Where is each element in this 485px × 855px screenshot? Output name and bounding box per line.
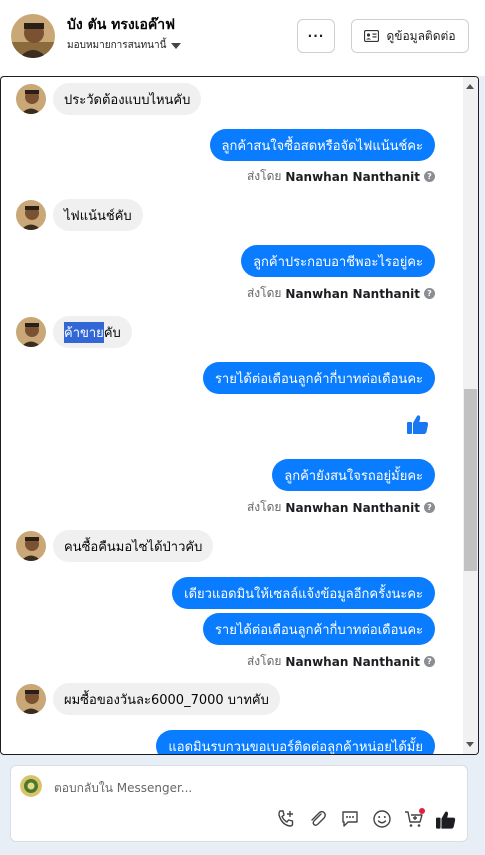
reply-input[interactable]: ตอบกลับใน Messenger... [54, 779, 192, 798]
help-icon[interactable]: ? [424, 502, 435, 513]
incoming-message: ประวัดต้องแบบไหนคับ [16, 83, 202, 115]
help-icon[interactable]: ? [424, 288, 435, 299]
customer-avatar-small [16, 317, 46, 347]
sent-by-prefix: ส่งโดย [246, 169, 282, 183]
sent-by-agent: Nanwhan Nanthanit [285, 169, 420, 184]
sent-by-prefix: ส่งโดย [246, 500, 282, 514]
notification-dot [419, 808, 425, 814]
sent-by-label: ส่งโดย Nanwhan Nanthanit ? [247, 498, 435, 517]
sent-by-prefix: ส่งโดย [246, 654, 282, 668]
outgoing-message-bubble[interactable]: ลูกค้ายังสนใจรถอยู่มั้ยคะ [272, 459, 435, 491]
emoji-icon[interactable] [371, 808, 393, 830]
outgoing-message-bubble[interactable]: ลูกค้าประกอบอาชีพอะไรอยู่คะ [241, 245, 435, 277]
customer-avatar-small [16, 531, 46, 561]
attachment-icon[interactable] [307, 808, 329, 830]
page-avatar [20, 775, 42, 797]
view-contact-label: ดูข้อมูลติดต่อ [386, 28, 456, 43]
like-sticker-icon [407, 414, 429, 438]
like-icon[interactable] [435, 808, 457, 830]
message-text: คับ [103, 325, 121, 341]
help-icon[interactable]: ? [424, 171, 435, 182]
message-bubble[interactable]: ประวัดต้องแบบไหนคับ [53, 83, 202, 115]
outgoing-message-bubble[interactable]: รายได้ต่อเดือนลูกค้ากี่บาทต่อเดือนคะ [202, 362, 435, 394]
customer-avatar[interactable] [11, 14, 55, 58]
cart-plus-icon[interactable] [403, 808, 425, 830]
message-bubble[interactable]: ไฟแน้นช์คับ [53, 199, 143, 231]
view-contact-button[interactable]: ดูข้อมูลติดต่อ [351, 19, 469, 53]
incoming-message: คนซื้อคืนมอไซได้ป่าวคับ [16, 530, 214, 562]
assign-label: มอบหมายการสนทนานี้ [67, 40, 167, 51]
reply-composer: ตอบกลับใน Messenger... [10, 765, 468, 842]
assign-conversation-dropdown[interactable]: มอบหมายการสนทนานี้ [67, 38, 182, 53]
customer-avatar-small [16, 84, 46, 114]
sent-by-label: ส่งโดย Nanwhan Nanthanit ? [247, 652, 435, 671]
outgoing-message-bubble[interactable]: รายได้ต่อเดือนลูกค้ากี่บาทต่อเดือนคะ [202, 613, 435, 645]
saved-replies-icon[interactable] [339, 808, 361, 830]
thread-scrollbar[interactable] [463, 77, 478, 754]
sent-by-agent: Nanwhan Nanthanit [285, 654, 420, 669]
sent-by-label: ส่งโดย Nanwhan Nanthanit ? [247, 167, 435, 186]
conversation-header: บัง ตัน ทรงเอค๊าฟ มอบหมายการสนทนานี้ ···… [0, 0, 485, 76]
customer-name: บัง ตัน ทรงเอค๊าฟ [67, 17, 176, 33]
message-bubble[interactable]: ผมซื้อของวันละ6000_7000 บาทคับ [53, 683, 280, 715]
contact-card-icon [364, 30, 380, 42]
customer-avatar-small [16, 200, 46, 230]
selected-text: ค้าขาย [64, 321, 104, 343]
message-bubble[interactable]: คนซื้อคืนมอไซได้ป่าวคับ [53, 530, 214, 562]
incoming-message: ผมซื้อของวันละ6000_7000 บาทคับ [16, 683, 280, 715]
incoming-message: ค้าขาย คับ [16, 316, 132, 348]
more-options-button[interactable]: ··· [297, 19, 335, 53]
outgoing-message-bubble[interactable]: ลูกค้าสนใจซื้อสดหรือจัดไฟแน้นช์คะ [209, 129, 435, 161]
scrollbar-thumb[interactable] [464, 389, 477, 571]
outgoing-message-bubble[interactable]: เดียวแอดมินให้เซลล์แจ้งข้อมูลอีกครั้งนะค… [172, 577, 435, 609]
customer-avatar-small [16, 684, 46, 714]
help-icon[interactable]: ? [424, 656, 435, 667]
message-thread[interactable]: ประวัดต้องแบบไหนคับ ลูกค้าสนใจซื้อสดหรือ… [0, 76, 479, 755]
incoming-message: ไฟแน้นช์คับ [16, 199, 143, 231]
sent-by-agent: Nanwhan Nanthanit [285, 500, 420, 515]
scroll-down-icon[interactable] [466, 742, 474, 747]
phone-plus-icon[interactable] [275, 808, 297, 830]
sent-by-agent: Nanwhan Nanthanit [285, 286, 420, 301]
message-bubble[interactable]: ค้าขาย คับ [53, 316, 132, 348]
composer-toolbar [275, 808, 457, 830]
scroll-up-icon[interactable] [466, 84, 474, 89]
sent-by-prefix: ส่งโดย [246, 286, 282, 300]
outgoing-message-bubble[interactable]: แอดมินรบกวนขอเบอร์ติดต่อลูกค้าหน่อยได้มั… [156, 730, 435, 754]
sent-by-label: ส่งโดย Nanwhan Nanthanit ? [247, 284, 435, 303]
caret-down-icon [171, 42, 182, 49]
